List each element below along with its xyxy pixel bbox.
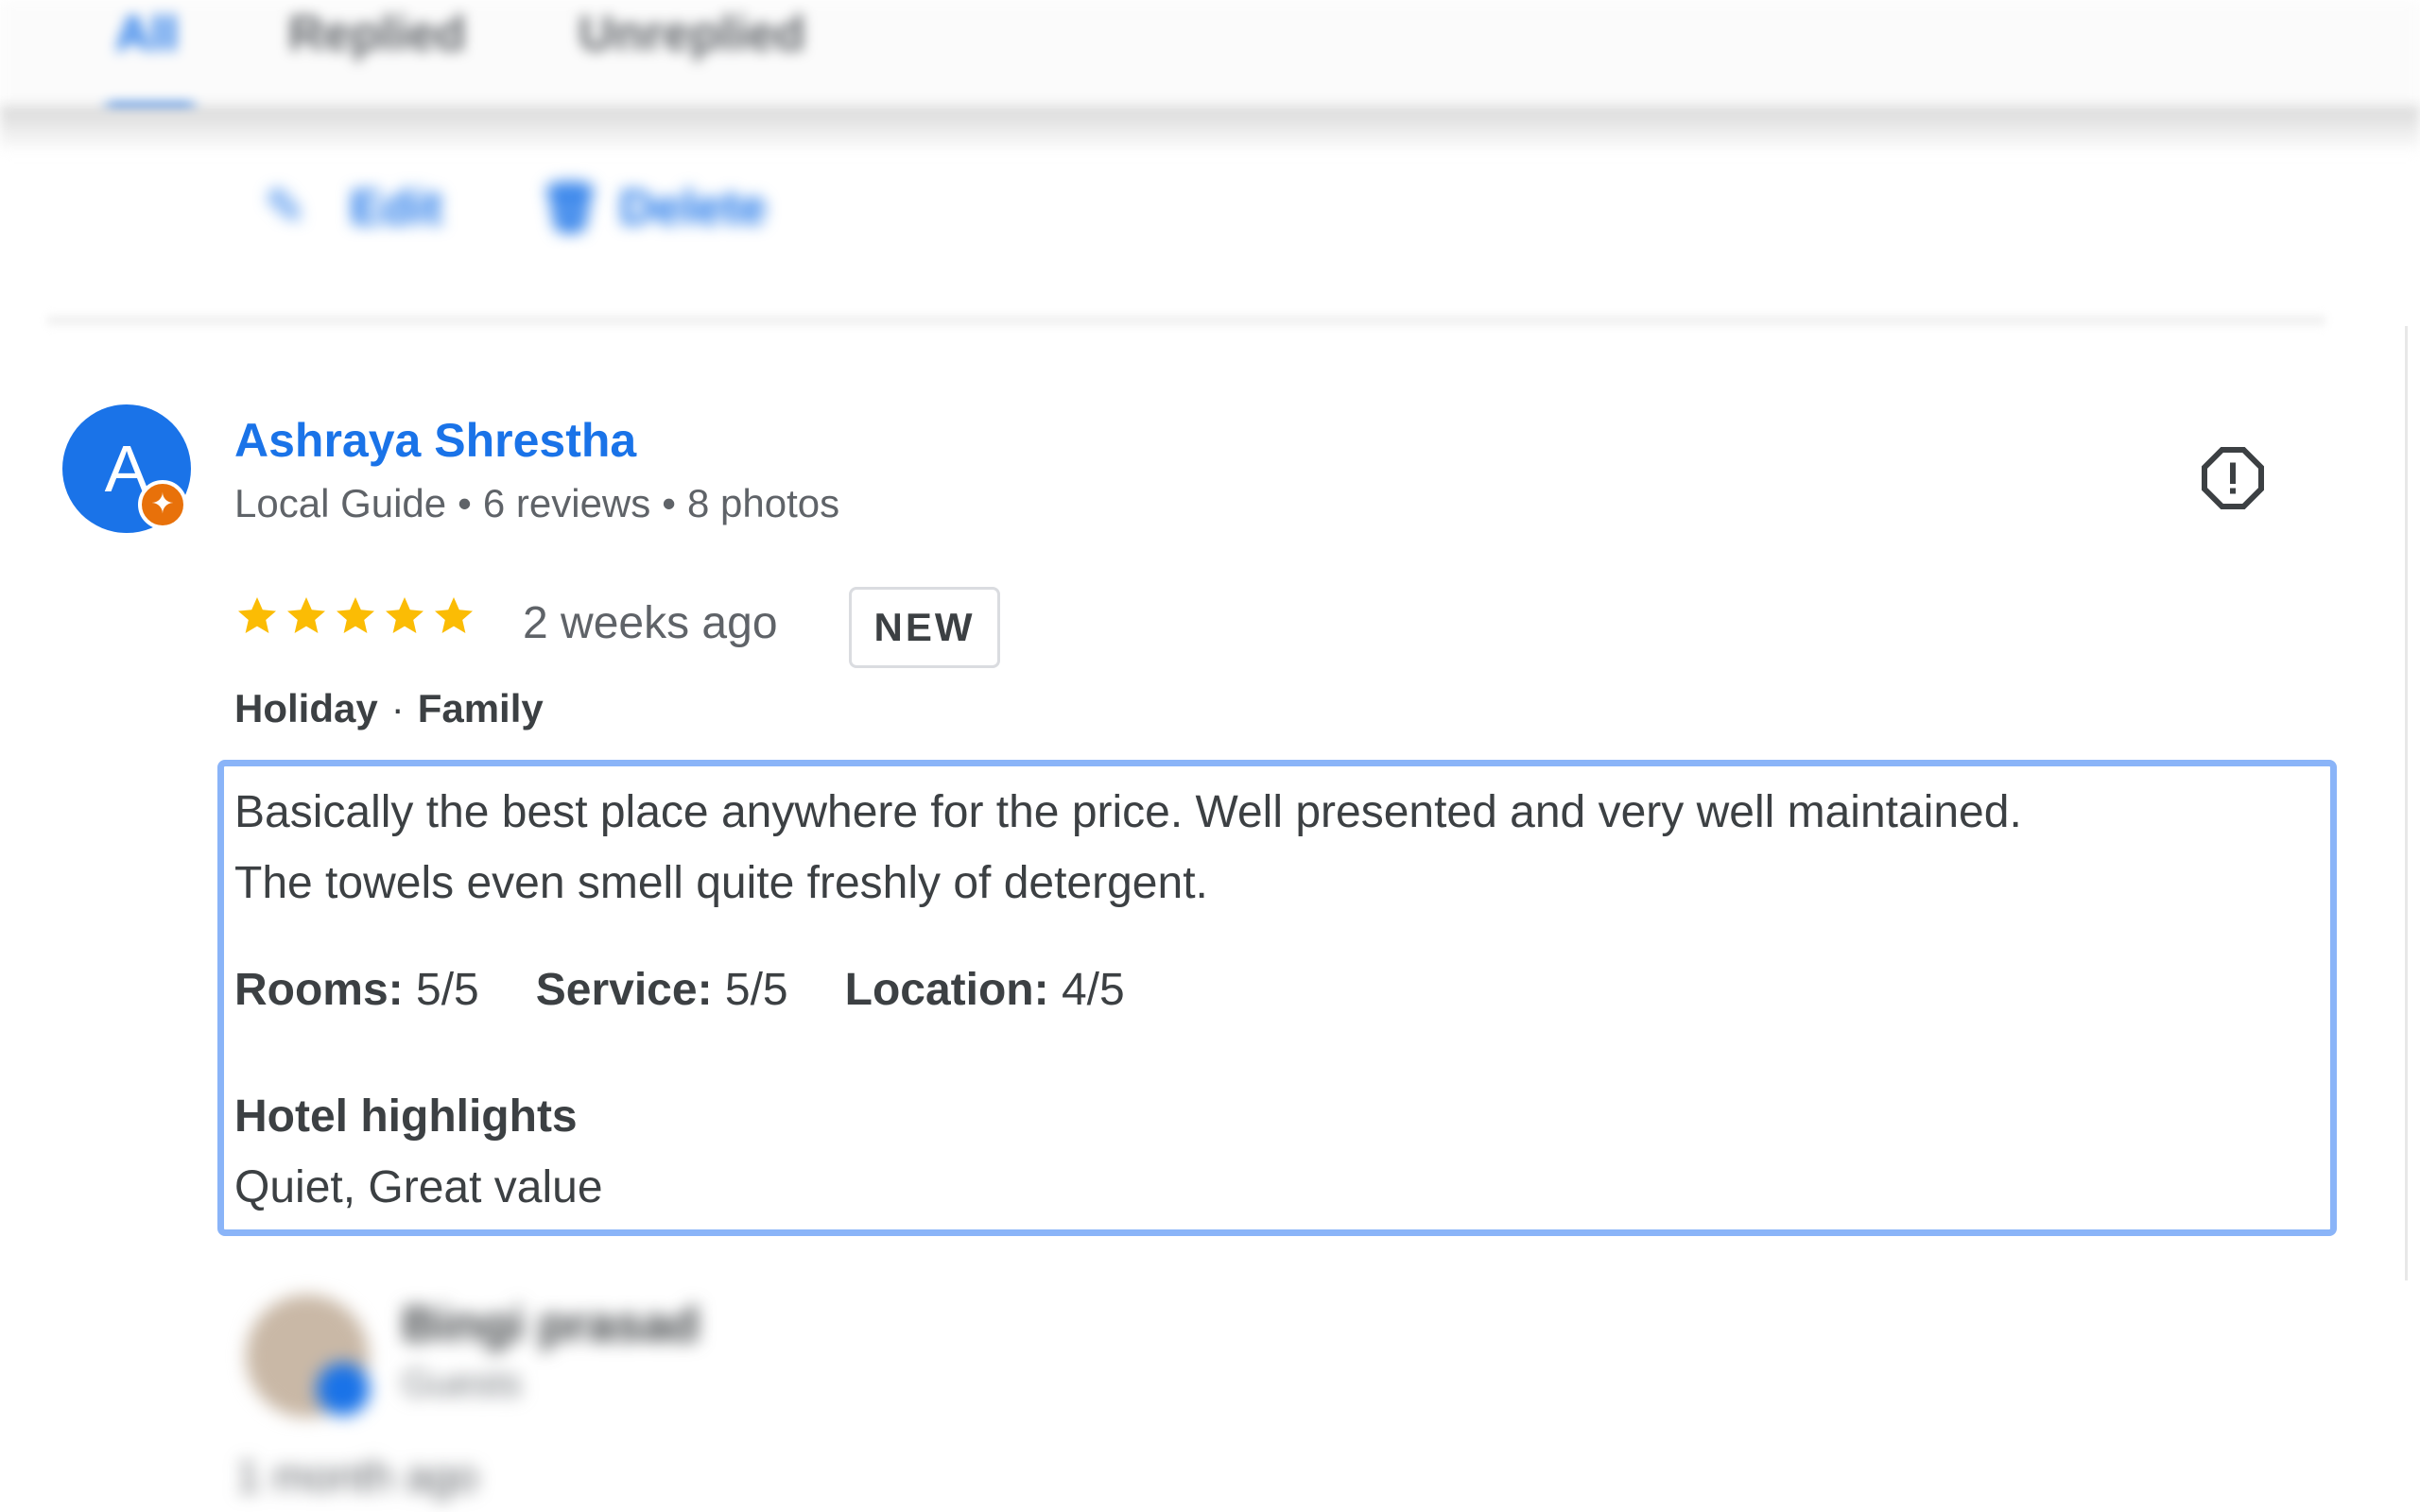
review-text-line-1: Basically the best place anywhere for th… — [234, 787, 2022, 837]
review-filter-tabs: All Replied Unreplied — [0, 0, 2420, 117]
hotel-highlights-value: Quiet, Great value — [234, 1162, 603, 1212]
tab-unreplied[interactable]: Unreplied — [579, 8, 805, 60]
new-badge: NEW — [849, 587, 1000, 668]
tab-replied[interactable]: Replied — [288, 8, 466, 60]
star-icon — [386, 597, 424, 633]
tab-bar-shadow — [0, 106, 2420, 153]
trip-type: Holiday — [234, 686, 378, 730]
edit-reply-button[interactable]: Edit — [350, 180, 442, 236]
aspect-ratings: Rooms: 5/5 Service: 5/5 Location: 4/5 — [234, 958, 1125, 1022]
review-divider — [47, 317, 2325, 324]
rating-service: Service: 5/5 — [535, 965, 788, 1015]
next-guide-badge-icon — [317, 1363, 370, 1416]
reviewer-meta: Local Guide • 6 reviews • 8 photos — [234, 481, 840, 525]
star-rating — [234, 593, 476, 650]
review-count: 6 reviews — [482, 481, 651, 525]
report-flag-icon[interactable] — [2199, 444, 2267, 512]
star-icon — [238, 597, 276, 633]
trip-tags: Holiday · Family — [234, 686, 544, 730]
review-text: Basically the best place anywhere for th… — [234, 777, 2295, 919]
review-text-line-2: The towels even smell quite freshly of d… — [234, 858, 1208, 908]
next-review-time: 1 month ago — [236, 1452, 478, 1501]
tab-all[interactable]: All — [115, 8, 178, 60]
star-icon — [287, 597, 325, 633]
next-reviewer-meta: Guests — [402, 1363, 522, 1404]
reply-actions: ✎ Edit 🗑 Delete — [236, 170, 898, 246]
pencil-icon: ✎ — [265, 180, 306, 235]
scroll-track — [2405, 326, 2408, 1280]
rating-rooms: Rooms: 5/5 — [234, 965, 479, 1015]
review-time: 2 weeks ago — [523, 598, 778, 648]
trash-icon: 🗑 — [539, 180, 602, 235]
delete-reply-button[interactable]: Delete — [619, 180, 767, 236]
travel-group: Family — [417, 686, 544, 730]
hotel-highlights-title: Hotel highlights — [234, 1091, 578, 1142]
local-guide-label: Local Guide — [234, 481, 447, 525]
star-icon — [337, 597, 374, 633]
local-guide-badge-icon: ✦ — [138, 480, 187, 529]
star-icon — [435, 597, 473, 633]
reviews-page: All Replied Unreplied ✎ Edit 🗑 Delete A … — [0, 0, 2420, 1512]
reviewer-name-link[interactable]: Ashraya Shrestha — [234, 412, 636, 469]
next-review: Bingi prasad Guests 1 month ago — [217, 1276, 1352, 1512]
photo-count: 8 photos — [687, 481, 840, 525]
rating-location: Location: 4/5 — [844, 965, 1125, 1015]
next-reviewer-name[interactable]: Bingi prasad — [402, 1297, 700, 1353]
